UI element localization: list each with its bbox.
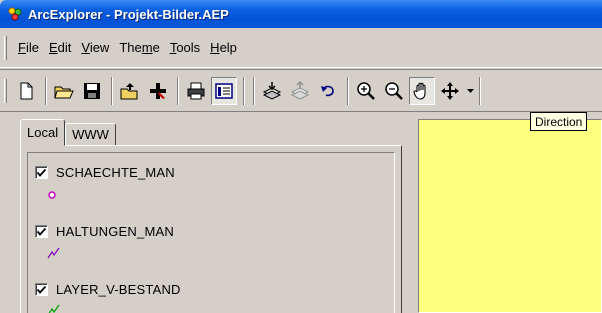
toolbar-separator bbox=[177, 76, 179, 105]
map-canvas[interactable] bbox=[418, 119, 602, 313]
map-frame bbox=[412, 113, 602, 313]
menu-file[interactable]: File bbox=[13, 40, 44, 55]
menu-help[interactable]: Help bbox=[205, 40, 242, 55]
toolbar-separator bbox=[253, 76, 255, 105]
menu-tools[interactable]: Tools bbox=[165, 40, 205, 55]
zoom-out-button[interactable] bbox=[381, 77, 407, 105]
undo-icon bbox=[321, 85, 334, 96]
layer-checkbox[interactable] bbox=[35, 283, 48, 296]
pan-button[interactable] bbox=[409, 76, 435, 105]
save-icon bbox=[84, 82, 100, 99]
line-symbol-icon bbox=[47, 247, 60, 259]
checkmark-icon bbox=[37, 285, 46, 294]
legend-toggle-icon bbox=[215, 82, 233, 99]
menu-edit[interactable]: Edit bbox=[44, 40, 76, 55]
open-icon bbox=[54, 86, 74, 98]
add-theme-icon bbox=[150, 82, 166, 99]
pan-hand-icon bbox=[413, 82, 426, 100]
layer-item[interactable]: HALTUNGEN_MAN bbox=[35, 224, 174, 239]
layer-item[interactable]: SCHAECHTE_MAN bbox=[35, 165, 175, 180]
open-folder-up-button[interactable] bbox=[117, 77, 143, 105]
print-icon bbox=[187, 82, 205, 99]
toolbar-grip[interactable] bbox=[4, 78, 7, 103]
zoom-in-button[interactable] bbox=[353, 77, 379, 105]
open-button[interactable] bbox=[51, 77, 77, 105]
menu-view[interactable]: View bbox=[76, 40, 114, 55]
checkmark-icon bbox=[37, 168, 46, 177]
title-bar[interactable]: ArcExplorer - Projekt-Bilder.AEP bbox=[0, 0, 602, 28]
legend-panel: Local WWW SCHAECHTE_MAN HALTUNGEN_MAN LA… bbox=[0, 113, 412, 313]
import-layer-icon bbox=[262, 81, 282, 100]
toolbar-separator bbox=[479, 76, 481, 105]
tab-www[interactable]: WWW bbox=[65, 123, 116, 146]
toolbar bbox=[0, 69, 602, 112]
export-layer-icon bbox=[290, 80, 310, 100]
toolbar-separator bbox=[347, 76, 349, 105]
menu-grip[interactable] bbox=[4, 35, 7, 60]
zoom-out-icon bbox=[385, 81, 403, 100]
toolbar-separator bbox=[243, 76, 245, 105]
dropdown-arrow-icon bbox=[466, 88, 474, 93]
menu-theme[interactable]: Theme bbox=[114, 40, 164, 55]
layer-checkbox[interactable] bbox=[35, 225, 48, 238]
add-theme-button[interactable] bbox=[145, 77, 171, 105]
app-window: ArcExplorer - Projekt-Bilder.AEP File Ed… bbox=[0, 0, 602, 313]
menu-bar: File Edit View Theme Tools Help bbox=[0, 28, 602, 68]
tab-strip: Local WWW bbox=[20, 119, 116, 146]
zoom-in-icon bbox=[357, 81, 375, 100]
save-button[interactable] bbox=[79, 77, 105, 105]
toolbar-separator bbox=[111, 76, 113, 105]
legend-list: SCHAECHTE_MAN HALTUNGEN_MAN LAYER_V-BEST… bbox=[20, 145, 402, 313]
print-button[interactable] bbox=[183, 77, 209, 105]
direction-button[interactable] bbox=[437, 77, 463, 105]
layer-name: SCHAECHTE_MAN bbox=[56, 165, 175, 180]
new-icon bbox=[20, 82, 33, 99]
direction-dropdown[interactable] bbox=[465, 77, 475, 105]
tab-local[interactable]: Local bbox=[20, 119, 66, 146]
undo-button[interactable] bbox=[315, 77, 341, 105]
layer-checkbox[interactable] bbox=[35, 166, 48, 179]
arcexplorer-logo-icon bbox=[8, 7, 22, 21]
tooltip: Direction bbox=[530, 112, 588, 131]
point-symbol-icon bbox=[48, 191, 56, 199]
checkmark-icon bbox=[37, 227, 46, 236]
window-title: ArcExplorer - Projekt-Bilder.AEP bbox=[28, 6, 229, 22]
line-symbol-icon bbox=[48, 304, 60, 313]
export-layer-button[interactable] bbox=[287, 77, 313, 105]
layer-name: LAYER_V-BESTAND bbox=[56, 282, 181, 297]
direction-icon bbox=[441, 81, 459, 100]
open-folder-up-icon bbox=[120, 82, 138, 99]
toolbar-separator bbox=[45, 76, 47, 105]
new-button[interactable] bbox=[13, 77, 39, 105]
layer-name: HALTUNGEN_MAN bbox=[56, 224, 174, 239]
layer-item[interactable]: LAYER_V-BESTAND bbox=[35, 282, 181, 297]
import-layer-button[interactable] bbox=[259, 77, 285, 105]
legend-toggle-button[interactable] bbox=[211, 76, 237, 105]
